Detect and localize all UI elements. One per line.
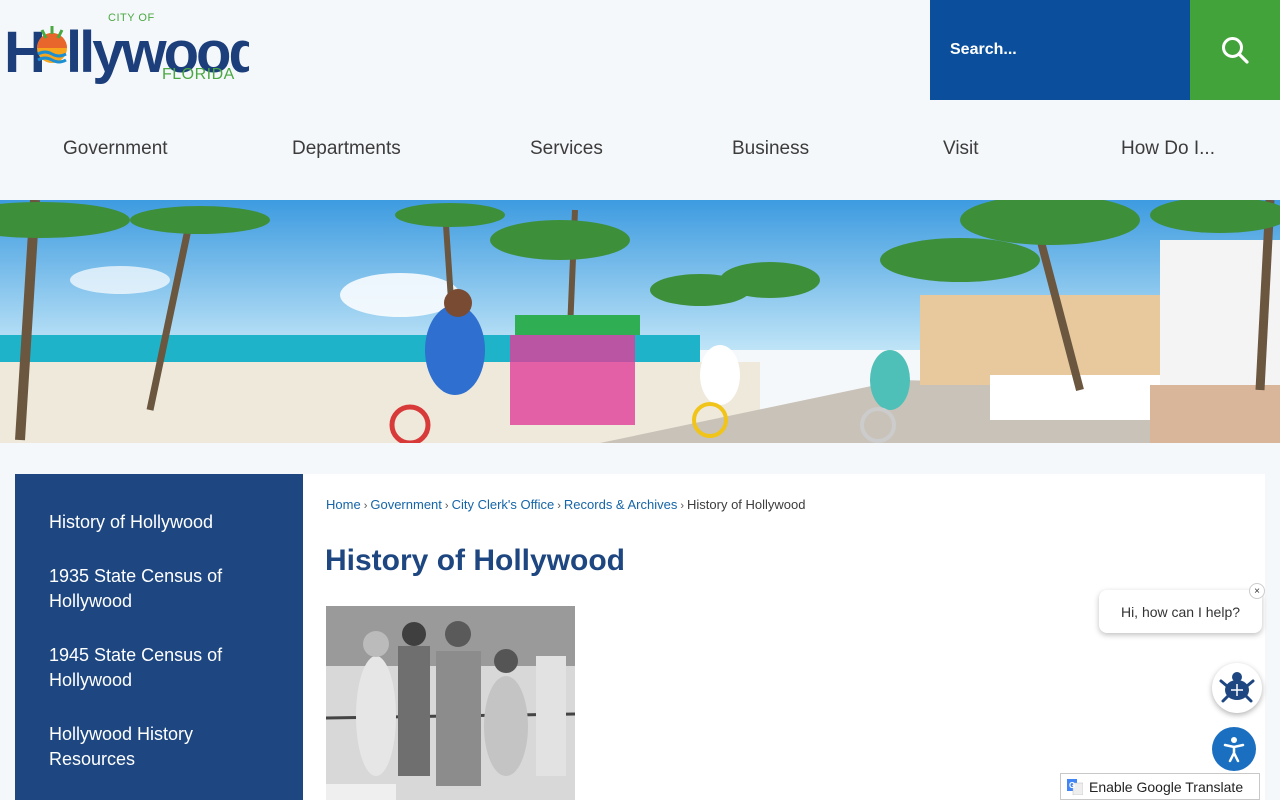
sidebar-item-1935-census[interactable]: 1935 State Census of Hollywood [49, 564, 269, 614]
breadcrumb-separator: › [680, 500, 685, 512]
sidebar-item-1945-census[interactable]: 1945 State Census of Hollywood [49, 643, 269, 693]
nav-services[interactable]: Services [530, 138, 603, 160]
close-icon: × [1254, 585, 1260, 597]
accessibility-icon [1223, 737, 1245, 763]
hero-banner-image [0, 200, 1280, 443]
search-icon [1222, 37, 1249, 64]
site-header: H llywood CITY OF FLORIDA [0, 0, 1280, 100]
search-box [930, 0, 1190, 100]
logo-city-of: CITY OF [108, 12, 155, 24]
turtle-icon [1219, 672, 1255, 703]
nav-departments[interactable]: Departments [292, 138, 401, 160]
sidebar-item-history-resources[interactable]: Hollywood History Resources [49, 722, 269, 772]
accessibility-button[interactable] [1212, 727, 1256, 771]
search-button[interactable] [1190, 0, 1280, 100]
breadcrumb-city-clerks-office[interactable]: City Clerk's Office [452, 497, 555, 512]
main-nav: Government Departments Services Business… [0, 100, 1280, 200]
historic-photo[interactable] [326, 606, 575, 800]
nav-business[interactable]: Business [732, 138, 809, 160]
search-input[interactable] [950, 35, 1170, 65]
city-logo[interactable]: H llywood CITY OF FLORIDA [4, 10, 264, 90]
logo-florida: FLORIDA [162, 66, 235, 83]
google-translate-icon: G [1067, 778, 1083, 795]
breadcrumb-government[interactable]: Government [370, 497, 442, 512]
chat-greeting-bubble[interactable]: Hi, how can I help? [1099, 590, 1262, 633]
svg-text:G: G [1069, 781, 1075, 790]
chat-greeting-text: Hi, how can I help? [1120, 603, 1241, 620]
breadcrumb-separator: › [444, 500, 449, 512]
chat-close-button[interactable]: × [1249, 583, 1265, 599]
breadcrumb-current: History of Hollywood [687, 497, 806, 512]
nav-visit[interactable]: Visit [943, 138, 979, 160]
breadcrumb-separator: › [557, 500, 561, 512]
breadcrumb-home[interactable]: Home [326, 497, 361, 512]
nav-government[interactable]: Government [63, 138, 168, 160]
translate-label: Enable Google Translate [1089, 778, 1244, 795]
nav-how-do-i[interactable]: How Do I... [1121, 138, 1215, 160]
beach-boardwalk-photo [0, 200, 1280, 443]
svg-text:H: H [4, 20, 43, 85]
page-title: History of Hollywood [325, 544, 625, 577]
breadcrumb: Home › Government › City Clerk's Office › Reco… [326, 497, 806, 512]
main-content: Home › Government › City Clerk's Office › Reco… [303, 474, 1265, 800]
chat-launcher-button[interactable] [1212, 663, 1262, 713]
google-translate-button[interactable]: G Enable Google Translate [1060, 773, 1260, 800]
breadcrumb-records-archives[interactable]: Records & Archives [564, 497, 677, 512]
breadcrumb-separator: › [363, 500, 368, 512]
historic-group-photo [326, 606, 575, 800]
sidebar-item-history-of-hollywood[interactable]: History of Hollywood [49, 510, 269, 535]
sidebar-nav: History of Hollywood 1935 State Census o… [15, 474, 303, 800]
